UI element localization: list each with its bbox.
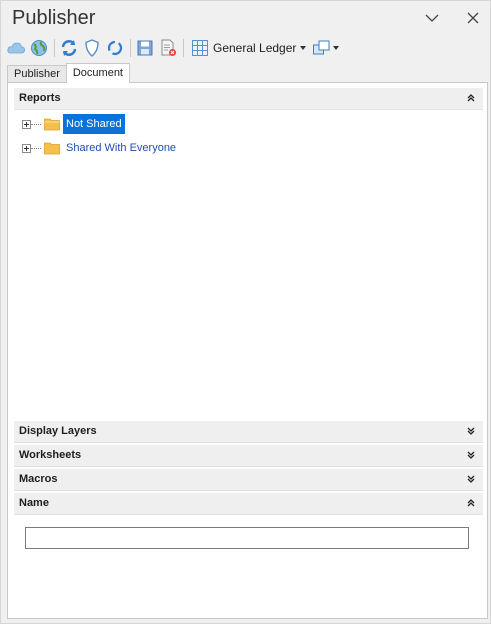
globe-icon[interactable] bbox=[28, 37, 50, 59]
toolbar-separator bbox=[183, 39, 184, 57]
expand-icon[interactable] bbox=[22, 143, 31, 153]
ledger-dropdown[interactable]: General Ledger bbox=[187, 37, 308, 59]
macros-section-header[interactable]: Macros bbox=[14, 469, 483, 491]
worksheets-section-header[interactable]: Worksheets bbox=[14, 445, 483, 467]
delete-document-icon[interactable] bbox=[157, 37, 179, 59]
section-title: Name bbox=[19, 497, 49, 509]
folder-icon bbox=[44, 117, 60, 131]
tree-node-shared-with-everyone[interactable]: Shared With Everyone bbox=[22, 137, 179, 159]
chevron-down-icon bbox=[333, 46, 340, 50]
window-title: Publisher bbox=[12, 7, 96, 29]
tab-document[interactable]: Document bbox=[65, 63, 130, 83]
ledger-dropdown-label: General Ledger bbox=[213, 41, 297, 55]
section-title: Display Layers bbox=[19, 425, 97, 437]
folder-icon bbox=[44, 141, 60, 155]
section-title: Macros bbox=[19, 473, 58, 485]
tree-node-not-shared[interactable]: Not Shared bbox=[22, 113, 125, 135]
close-icon[interactable] bbox=[464, 9, 482, 27]
chevron-down-icon bbox=[300, 46, 307, 50]
title-bar: Publisher bbox=[1, 1, 490, 35]
expand-icon[interactable] bbox=[22, 119, 31, 129]
document-panel: Reports Not Shared Shared With Everyone … bbox=[7, 82, 488, 619]
collapse-icon[interactable] bbox=[465, 497, 477, 509]
toolbar-separator bbox=[54, 39, 55, 57]
tree-connector bbox=[31, 123, 41, 125]
tree-connector bbox=[31, 147, 41, 149]
expand-icon[interactable] bbox=[465, 473, 477, 485]
name-section-header[interactable]: Name bbox=[14, 493, 483, 515]
grid-icon bbox=[189, 37, 211, 59]
name-input[interactable] bbox=[25, 527, 469, 549]
tab-strip: Publisher Document bbox=[7, 63, 130, 83]
tree-node-label[interactable]: Not Shared bbox=[63, 114, 125, 134]
chevron-down-icon[interactable] bbox=[423, 9, 441, 27]
section-title: Worksheets bbox=[19, 449, 82, 461]
reports-section-header[interactable]: Reports bbox=[14, 88, 483, 110]
toolbar-separator bbox=[130, 39, 131, 57]
shield-icon[interactable] bbox=[81, 37, 103, 59]
display-layers-section-header[interactable]: Display Layers bbox=[14, 421, 483, 443]
expand-icon[interactable] bbox=[465, 425, 477, 437]
cloud-icon[interactable] bbox=[5, 37, 27, 59]
publisher-pane: Publisher General Ledger Publisher Docum… bbox=[0, 0, 491, 624]
window-dropdown[interactable] bbox=[308, 37, 341, 59]
tree-node-label[interactable]: Shared With Everyone bbox=[63, 140, 179, 156]
collapse-icon[interactable] bbox=[465, 92, 477, 104]
toolbar: General Ledger bbox=[5, 35, 488, 61]
expand-icon[interactable] bbox=[465, 449, 477, 461]
refresh-icon[interactable] bbox=[58, 37, 80, 59]
window-dropdown-icon bbox=[310, 37, 332, 59]
sync-icon[interactable] bbox=[104, 37, 126, 59]
tab-publisher[interactable]: Publisher bbox=[7, 65, 67, 83]
section-title: Reports bbox=[19, 92, 61, 104]
save-icon[interactable] bbox=[134, 37, 156, 59]
